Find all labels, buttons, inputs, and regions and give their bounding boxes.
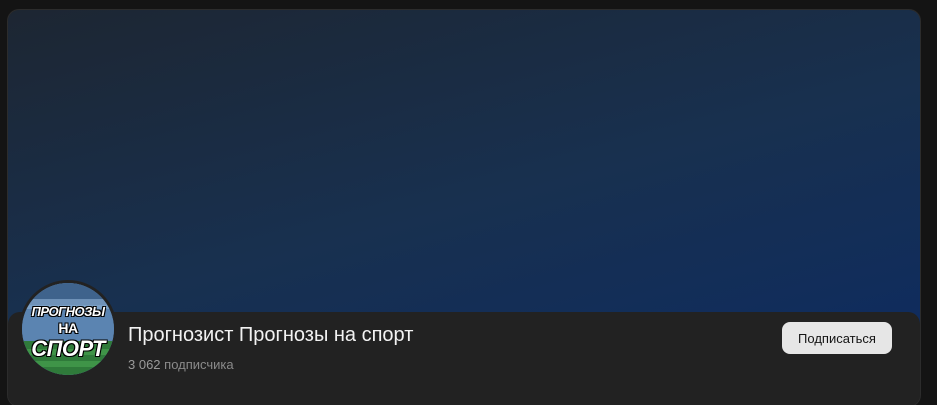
subscriber-count: 3 062 подписчика bbox=[128, 357, 234, 372]
channel-cover-image bbox=[8, 10, 920, 330]
channel-title[interactable]: Прогнозист Прогнозы на спорт bbox=[128, 324, 413, 347]
avatar-text-line2: НА bbox=[58, 320, 78, 336]
avatar-text-line1: ПРОГНОЗЫ bbox=[31, 304, 105, 319]
page: ПРОГНОЗЫ НА СПОРТ Прогнозист Прогнозы на… bbox=[0, 0, 937, 405]
subscriber-count-label: подписчика bbox=[164, 357, 234, 372]
channel-avatar[interactable]: ПРОГНОЗЫ НА СПОРТ bbox=[19, 280, 117, 378]
avatar-text-line3: СПОРТ bbox=[31, 336, 105, 361]
subscriber-count-value: 3 062 bbox=[128, 357, 161, 372]
subscribe-button[interactable]: Подписаться bbox=[782, 322, 892, 354]
